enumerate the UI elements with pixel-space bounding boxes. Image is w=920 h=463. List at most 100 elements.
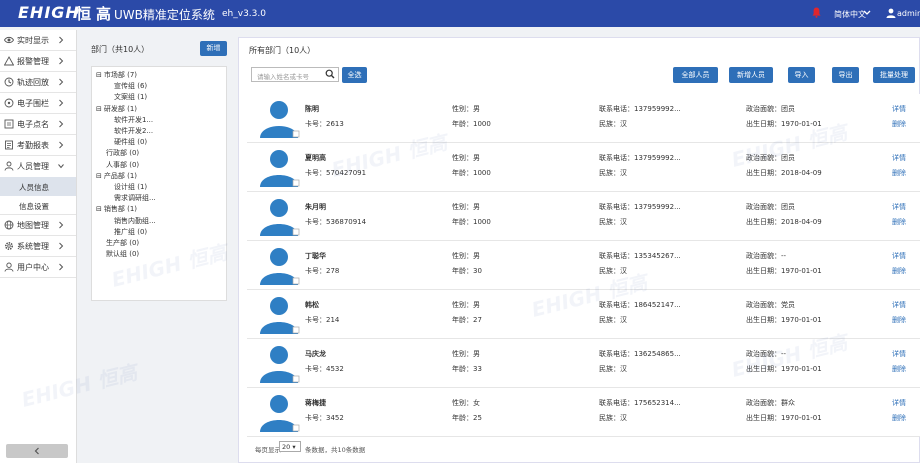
delete-link[interactable]: 删除 — [892, 315, 906, 325]
person-name: 夏明高 — [305, 154, 326, 162]
field-label: 联系电话： — [599, 105, 634, 113]
person-age: 年龄：1000 — [452, 119, 491, 129]
nav-item-fence[interactable]: 电子围栏 — [0, 93, 76, 114]
field-label: 联系电话： — [599, 203, 634, 211]
search-icon[interactable] — [325, 69, 335, 79]
delete-link[interactable]: 删除 — [892, 168, 906, 178]
person-ethnicity: 民族：汉 — [599, 364, 627, 374]
tree-node-label: 宣传组 (6) — [114, 82, 148, 91]
delete-link[interactable]: 删除 — [892, 119, 906, 129]
tree-node[interactable]: ⊟ 产品部 (1) — [96, 171, 137, 181]
tree-node[interactable]: 推广组 (0) — [114, 227, 147, 237]
batch-process-button[interactable]: 批量处理 — [873, 67, 915, 83]
person-age: 年龄：1000 — [452, 217, 491, 227]
person-row: 马庆龙 卡号：4532 性别：男 年龄：33 联系电话：136254865... 民族：汉… — [247, 339, 920, 388]
nav-sub-info-settings[interactable]: 信息设置 — [0, 196, 76, 215]
field-label: 年龄： — [452, 365, 473, 373]
nav-item-attendance[interactable]: 考勤报表 — [0, 135, 76, 156]
person-phone: 联系电话：137959992... — [599, 202, 681, 212]
chevron-down-icon — [58, 164, 64, 169]
nav-item-map[interactable]: 地图管理 — [0, 215, 76, 236]
tree-node[interactable]: 需求调研组... — [114, 193, 156, 203]
nav-item-track[interactable]: 轨迹回放 — [0, 72, 76, 93]
detail-link[interactable]: 详情 — [892, 104, 906, 114]
birth-value: 1970-01-01 — [781, 267, 822, 275]
person-gender: 性别：男 — [452, 104, 480, 114]
tree-collapse-icon[interactable]: ⊟ — [96, 172, 102, 180]
export-button[interactable]: 导出 — [832, 67, 859, 83]
delete-link[interactable]: 删除 — [892, 217, 906, 227]
page-size-select[interactable]: 20 ▾ — [279, 441, 301, 452]
field-label: 卡号： — [305, 267, 326, 275]
person-avatar-icon — [260, 101, 300, 138]
tree-node[interactable]: ⊟ 市场部 (7) — [96, 70, 137, 80]
person-politics: 政治面貌：-- — [746, 251, 786, 261]
tree-collapse-icon[interactable]: ⊟ — [96, 105, 102, 113]
user-icon — [4, 262, 14, 272]
nav-item-alarm[interactable]: 报警管理 — [0, 51, 76, 72]
detail-link[interactable]: 详情 — [892, 349, 906, 359]
tree-node[interactable]: ⊟ 研发部 (1) — [96, 104, 137, 114]
nav-sub-person-info[interactable]: 人员信息 — [0, 177, 76, 196]
import-button[interactable]: 导入 — [788, 67, 815, 83]
nav-item-user-center[interactable]: 用户中心 — [0, 257, 76, 278]
delete-link[interactable]: 删除 — [892, 266, 906, 276]
tree-node[interactable]: 设计组 (1) — [114, 182, 147, 192]
person-birth: 出生日期：1970-01-01 — [746, 119, 822, 129]
person-avatar-icon — [260, 150, 300, 187]
person-age: 年龄：27 — [452, 315, 482, 325]
chevron-down-icon[interactable] — [863, 9, 871, 16]
chevron-right-icon — [59, 57, 64, 65]
tree-node[interactable]: 宣传组 (6) — [114, 81, 147, 91]
person-name: 韩松 — [305, 301, 319, 309]
language-select[interactable]: 简体中文 — [834, 9, 866, 20]
nav-item-realtime[interactable]: 实时显示 — [0, 30, 76, 51]
nav-item-personnel[interactable]: 人员管理 — [0, 156, 76, 177]
tree-node[interactable]: 软件开发2... — [114, 126, 153, 136]
nav-label: 地图管理 — [17, 221, 49, 230]
alarm-bell-icon[interactable] — [812, 7, 821, 18]
tree-collapse-icon[interactable]: ⊟ — [96, 71, 102, 79]
nav-label: 考勤报表 — [17, 141, 49, 150]
sidebar-nav: 实时显示 报警管理 轨迹回放 电子围栏 电子点名 考勤报表 人员管理 人员信息 … — [0, 30, 77, 463]
tree-node[interactable]: 生产部 (0) — [106, 238, 139, 248]
select-all-button[interactable]: 全选 — [342, 67, 367, 83]
person-phone: 联系电话：136254865... — [599, 349, 681, 359]
tree-node[interactable]: ⊟ 销售部 (1) — [96, 204, 137, 214]
user-avatar-icon[interactable] — [886, 8, 896, 18]
person-avatar-icon — [260, 395, 300, 432]
tree-node[interactable]: 文案组 (1) — [114, 92, 147, 102]
detail-link[interactable]: 详情 — [892, 251, 906, 261]
tree-node[interactable]: 硬件组 (0) — [114, 137, 147, 147]
delete-link[interactable]: 删除 — [892, 364, 906, 374]
new-department-button[interactable]: 新增 — [200, 41, 227, 56]
nav-item-rollcall[interactable]: 电子点名 — [0, 114, 76, 135]
detail-link[interactable]: 详情 — [892, 153, 906, 163]
person-ethnicity: 民族：汉 — [599, 315, 627, 325]
field-label: 政治面貌： — [746, 252, 781, 260]
detail-link[interactable]: 详情 — [892, 300, 906, 310]
tree-node[interactable]: 行政部 (0) — [106, 148, 139, 158]
person-politics: 政治面貌：-- — [746, 349, 786, 359]
person-row: 蒋梅捷 卡号：3452 性别：女 年龄：25 联系电话：175652314... 民族：汉… — [247, 388, 920, 437]
tree-node[interactable]: 销售内勤组... — [114, 216, 156, 226]
card-value: 3452 — [326, 414, 344, 422]
tree-node[interactable]: 默认组 (0) — [106, 249, 139, 259]
detail-link[interactable]: 详情 — [892, 398, 906, 408]
tree-node[interactable]: 软件开发1... — [114, 115, 153, 125]
user-name[interactable]: admin — [897, 9, 920, 18]
person-politics: 政治面貌：团员 — [746, 153, 795, 163]
sidebar-collapse-button[interactable] — [6, 444, 68, 458]
nav-sub-label: 人员信息 — [19, 183, 49, 192]
add-person-button[interactable]: 新增人员 — [729, 67, 773, 83]
field-label: 卡号： — [305, 365, 326, 373]
tree-collapse-icon[interactable]: ⊟ — [96, 205, 102, 213]
field-label: 政治面貌： — [746, 350, 781, 358]
all-people-button[interactable]: 全部人员 — [673, 67, 718, 83]
delete-link[interactable]: 删除 — [892, 413, 906, 423]
chevron-right-icon — [59, 221, 64, 229]
nav-label: 实时显示 — [17, 36, 49, 45]
detail-link[interactable]: 详情 — [892, 202, 906, 212]
nav-item-system[interactable]: 系统管理 — [0, 236, 76, 257]
tree-node[interactable]: 人事部 (0) — [106, 160, 139, 170]
